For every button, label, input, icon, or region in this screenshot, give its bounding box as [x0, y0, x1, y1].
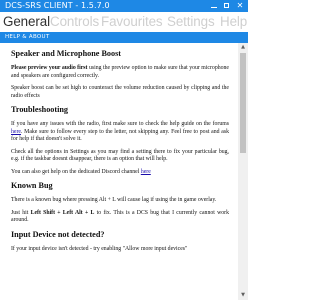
tab-general[interactable]: General: [3, 14, 50, 30]
troubleshooting-paragraph-1: If you have any issues with the radio, f…: [11, 121, 229, 144]
troubleshooting-text-a: If you have any issues with the radio, f…: [11, 121, 229, 127]
forum-help-link[interactable]: here: [11, 129, 21, 135]
speaker-paragraph-1: Please preview your audio first using th…: [11, 65, 229, 80]
known-bug-shortcut: Left Shift + Left Alt + L: [30, 209, 95, 216]
speaker-bold-text: Please preview your audio first: [11, 65, 88, 71]
known-bug-paragraph-2: Just hit Left Shift + Left Alt + L to fi…: [11, 210, 229, 225]
known-bug-heading: Known Bug: [11, 181, 53, 190]
troubleshooting-heading: Troubleshooting: [11, 105, 69, 114]
input-device-paragraph-1: If your input device isn't detected - tr…: [11, 245, 188, 252]
tab-help[interactable]: Help: [220, 14, 247, 30]
app-window: DCS-SRS CLIENT - 1.5.7.0 ✕ General Contr…: [0, 0, 248, 300]
close-icon[interactable]: ✕: [234, 0, 246, 12]
minimize-icon[interactable]: [208, 0, 220, 12]
speaker-heading: Speaker and Microphone Boost: [11, 49, 122, 58]
vertical-scrollbar[interactable]: ▲ ▼: [238, 43, 248, 300]
section-header-label: HELP & ABOUT: [5, 34, 50, 40]
known-bug-text-a: Just hit: [11, 209, 31, 216]
title-bar[interactable]: DCS-SRS CLIENT - 1.5.7.0 ✕: [0, 0, 248, 12]
troubleshooting-paragraph-2: Check all the options in Settings as you…: [11, 148, 229, 163]
input-device-heading: Input Device not detected?: [11, 229, 105, 239]
tab-settings[interactable]: Settings: [167, 14, 215, 30]
window-title: DCS-SRS CLIENT - 1.5.7.0: [5, 1, 110, 10]
help-content[interactable]: Speaker and Microphone Boost Please prev…: [0, 43, 238, 300]
scroll-thumb[interactable]: [240, 53, 246, 153]
maximize-icon[interactable]: [220, 0, 232, 12]
discord-text: You can also get help on the dedicated D…: [11, 168, 141, 175]
tab-bar: General Controls Favourites Settings Hel…: [0, 12, 248, 32]
tab-controls[interactable]: Controls: [50, 14, 99, 30]
speaker-paragraph-2: Speaker boost can be set high to counter…: [11, 85, 229, 99]
scroll-up-icon[interactable]: ▲: [238, 43, 248, 52]
tab-favourites[interactable]: Favourites: [101, 14, 163, 30]
known-bug-paragraph-1: There is a known bug where pressing Alt …: [11, 197, 217, 203]
section-header: HELP & ABOUT: [0, 32, 248, 43]
scroll-down-icon[interactable]: ▼: [238, 291, 248, 300]
troubleshooting-paragraph-3: You can also get help on the dedicated D…: [11, 169, 229, 177]
help-content-inner: Speaker and Microphone Boost Please prev…: [0, 43, 229, 253]
troubleshooting-text-b: . Make sure to follow every step to the …: [11, 128, 229, 143]
discord-link[interactable]: here: [141, 169, 151, 175]
